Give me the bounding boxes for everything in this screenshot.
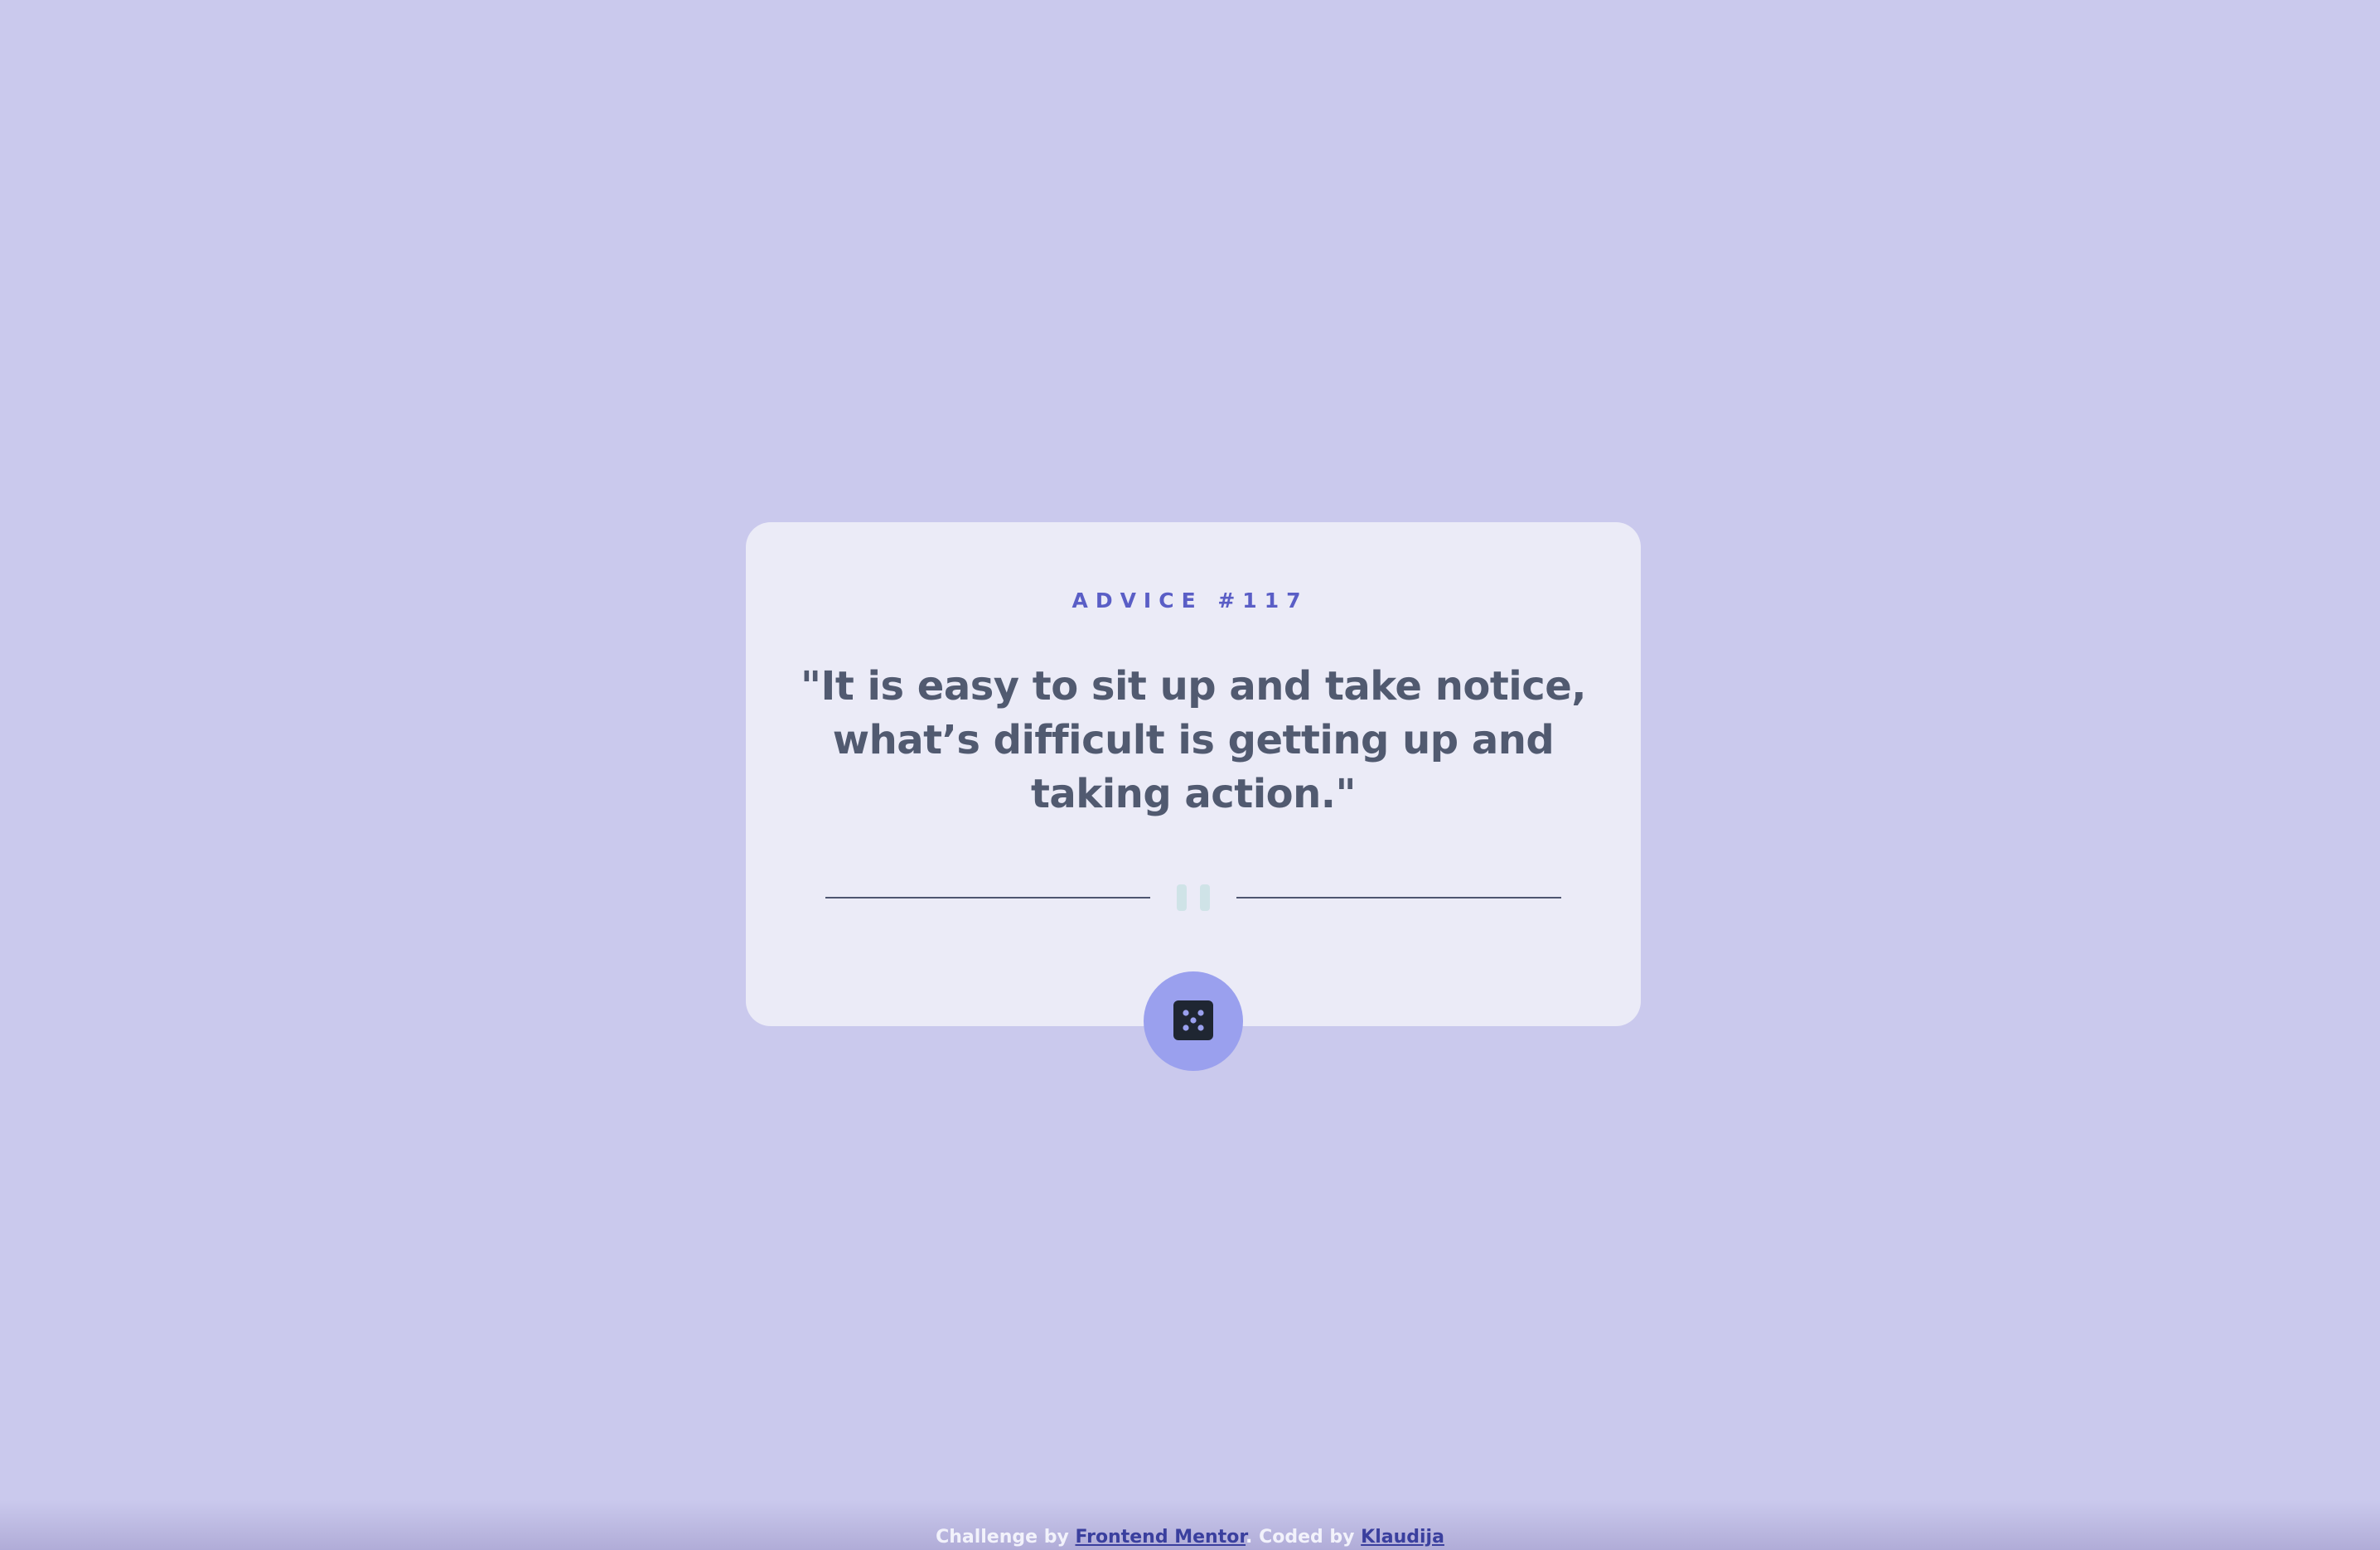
attribution-prefix: Challenge by <box>936 1527 1076 1548</box>
author-link[interactable]: Klaudija <box>1361 1527 1444 1548</box>
dice-icon <box>1173 1000 1213 1040</box>
pause-icon <box>1177 884 1210 911</box>
attribution-middle: . Coded by <box>1246 1527 1362 1548</box>
divider-line-left <box>825 897 1150 899</box>
divider <box>825 879 1561 917</box>
advice-id: ADVICE #117 <box>1071 589 1309 613</box>
attribution: Challenge by Frontend Mentor. Coded by K… <box>0 1527 2380 1548</box>
divider-line-right <box>1236 897 1561 899</box>
frontend-mentor-link[interactable]: Frontend Mentor <box>1075 1527 1246 1548</box>
advice-quote: "It is easy to sit up and take notice, w… <box>801 663 1586 817</box>
new-advice-button[interactable] <box>1144 971 1243 1071</box>
